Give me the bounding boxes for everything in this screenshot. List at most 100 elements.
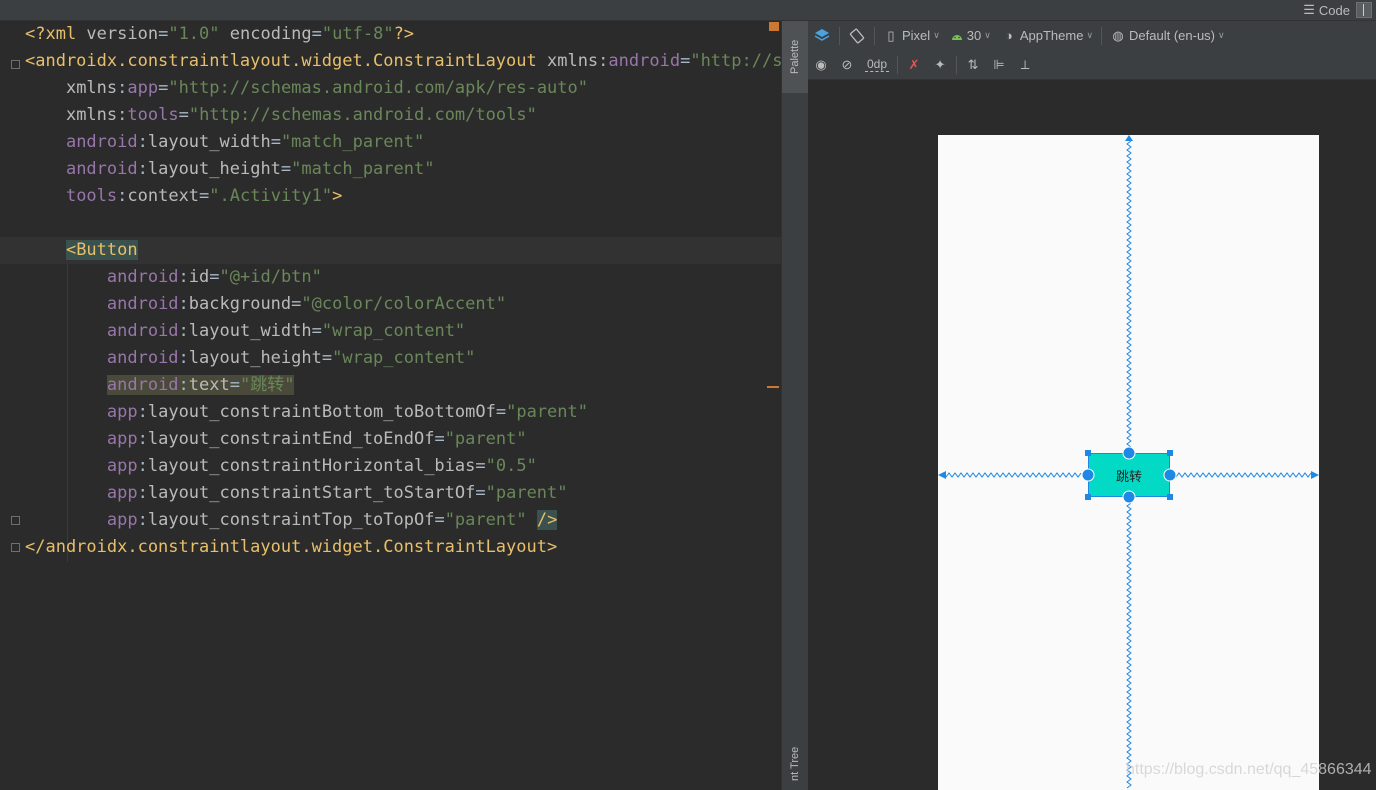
warning-marker[interactable] [769,22,779,31]
pack-icon: ⇅ [967,56,979,72]
code-line[interactable]: android:id="@+id/btn" [25,264,322,291]
code-line[interactable]: </androidx.constraintlayout.widget.Const… [25,534,557,561]
code-token: = [178,105,189,125]
top-bar: ☰ Code [0,0,1376,21]
code-token: "http://schemas.android.com/tools" [188,105,537,125]
code-line-content: app:layout_constraintTop_toTopOf="parent… [25,510,558,530]
fold-marker-icon[interactable] [11,543,20,552]
code-editor[interactable]: <?xml version="1.0" encoding="utf-8"?> <a… [0,21,781,790]
code-line[interactable]: app:layout_constraintEnd_toEndOf="parent… [25,426,527,453]
button-preview-label: 跳转 [1115,469,1142,485]
code-token: "match_parent" [291,159,435,179]
api-level-dropdown[interactable]: 30 ∨ [945,25,996,47]
theme-icon: ◑ [1004,27,1013,43]
code-token: android [65,159,138,179]
code-line[interactable]: android:layout_width="match_parent" [25,129,424,156]
code-line[interactable]: app:layout_constraintHorizontal_bias="0.… [25,453,537,480]
code-line[interactable]: android:layout_height="match_parent" [25,156,435,183]
code-line-content: app:layout_constraintStart_toStartOf="pa… [25,483,568,503]
locale-dropdown[interactable]: ◍ Default (en-us) ∨ [1105,25,1230,47]
code-token: "parent" [485,483,568,503]
fold-marker-icon[interactable] [11,60,20,69]
code-line[interactable]: app:layout_constraintBottom_toBottomOf="… [25,399,588,426]
device-screen-preview[interactable]: 跳转 [938,135,1319,790]
theme-dropdown[interactable]: ◑ AppTheme ∨ [996,25,1098,47]
code-token: layout_width [147,132,271,152]
code-line[interactable]: android:layout_height="wrap_content" [25,345,476,372]
orientation-button[interactable] [843,25,871,47]
code-token: android [106,267,179,287]
tab-palette[interactable]: Palette [782,21,808,93]
fold-marker-icon[interactable] [11,516,20,525]
code-token: : [137,132,148,152]
code-token: : [137,429,148,449]
toolbar-separator [874,26,875,45]
split-view-icon[interactable] [1356,2,1372,18]
code-token: layout_width [188,321,312,341]
code-token: app [106,483,138,503]
code-line[interactable]: android:layout_width="wrap_content" [25,318,465,345]
default-margin-button[interactable]: 0dp [860,54,894,76]
guidelines-button[interactable]: ⟂ [1012,54,1038,76]
code-token: = [434,429,445,449]
code-token: = [311,24,322,44]
code-token: layout_constraintEnd_toEndOf [147,429,435,449]
start-constraint-spring [945,472,1082,478]
code-line[interactable]: <?xml version="1.0" encoding="utf-8"?> [25,21,414,48]
top-arrow-icon [1125,135,1133,141]
code-line[interactable]: <androidx.constraintlayout.widget.Constr… [25,48,781,75]
code-token: = [475,456,486,476]
code-line-content: tools:context=".Activity1"> [25,186,342,206]
code-line[interactable]: app:layout_constraintStart_toStartOf="pa… [25,480,568,507]
chevron-down-icon: ∨ [1086,30,1094,40]
code-line[interactable]: android:text="跳转" [25,372,295,399]
code-token: "@+id/btn" [219,267,322,287]
pack-button[interactable]: ⇅ [960,54,986,76]
code-line[interactable]: <Button [0,237,781,264]
button-preview[interactable]: 跳转 [1088,453,1170,497]
code-view-button[interactable]: ☰ Code [1303,2,1350,18]
align-button[interactable]: ⊫ [986,54,1012,76]
code-line[interactable]: xmlns:app="http://schemas.android.com/ap… [25,75,588,102]
code-line-content: </androidx.constraintlayout.widget.Const… [25,537,557,557]
infer-constraints-button[interactable]: ✦ [927,54,953,76]
code-token: "http://schemas.android.com/apk/res-auto… [168,78,588,98]
design-surface-button[interactable] [808,25,836,47]
code-token: version [86,24,159,44]
code-token: = [475,483,486,503]
phone-icon: ▯ [887,27,895,43]
design-canvas[interactable]: 跳转 [808,80,1376,790]
designer-toolbar-top: ▯ Pixel ∨ 30 ∨ ◑ AppTheme ∨ ◍ Default (e… [808,21,1376,50]
autoconnect-button[interactable]: ⊘ [834,54,860,76]
code-token: app [106,429,138,449]
device-dropdown[interactable]: ▯ Pixel ∨ [878,25,945,47]
code-token: : [137,402,148,422]
warning-marker[interactable] [767,386,779,388]
code-token: app [106,456,138,476]
code-token: android [106,348,179,368]
code-token: "wrap_content" [321,321,466,341]
view-options-button[interactable]: ◉ [808,54,834,76]
tab-component-tree[interactable]: nt Tree [782,738,808,790]
code-line-content: xmlns:tools="http://schemas.android.com/… [25,105,537,125]
code-line-content: app:layout_constraintHorizontal_bias="0.… [25,456,537,476]
code-line[interactable]: android:background="@color/colorAccent" [25,291,506,318]
code-token: tools [127,105,179,125]
code-token: android [106,321,179,341]
code-token: context [127,186,200,206]
code-line[interactable]: tools:context=".Activity1"> [25,183,342,210]
code-token: xmlns [65,105,118,125]
clear-constraints-button[interactable]: ✗ [901,54,927,76]
code-line-content: app:layout_constraintBottom_toBottomOf="… [25,402,588,422]
code-line[interactable]: app:layout_constraintTop_toTopOf="parent… [25,507,558,534]
code-token: : [137,159,148,179]
code-line[interactable]: xmlns:tools="http://schemas.android.com/… [25,102,537,129]
code-token: = [495,402,507,422]
designer-toolbar-bottom: ◉ ⊘ 0dp ✗ ✦ ⇅ ⊫ ⟂ [808,50,1376,80]
